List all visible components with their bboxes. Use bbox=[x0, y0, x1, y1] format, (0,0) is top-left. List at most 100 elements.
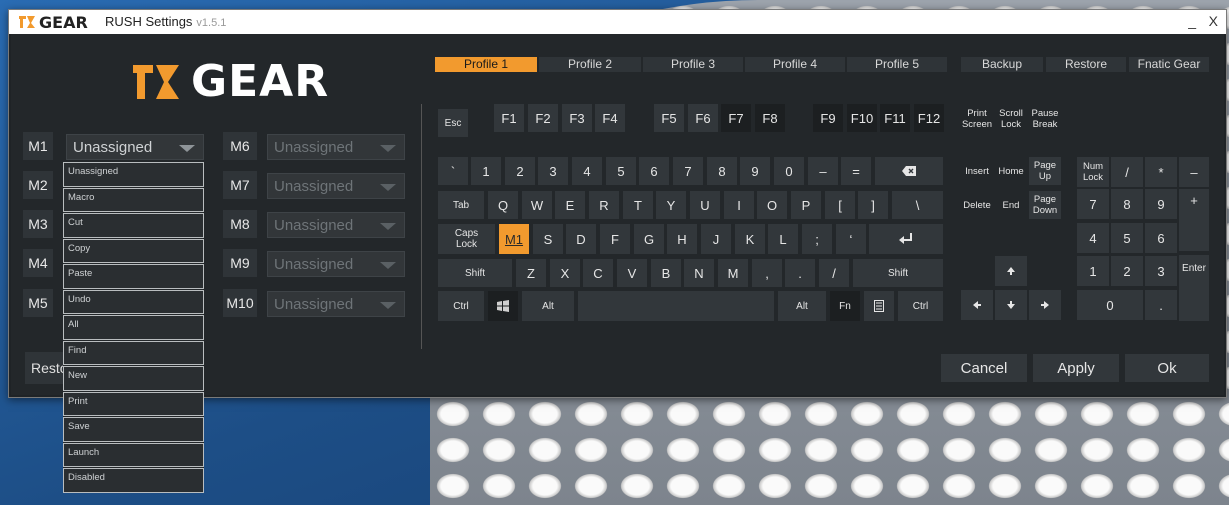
key-page-down[interactable]: Page Down bbox=[1029, 191, 1061, 219]
key-backslash[interactable]: \ bbox=[892, 191, 943, 219]
dropdown-option-macro[interactable]: Macro bbox=[63, 187, 204, 212]
key-f2[interactable]: F2 bbox=[528, 104, 558, 132]
tab-profile-1[interactable]: Profile 1 bbox=[435, 57, 537, 72]
key-minus[interactable]: – bbox=[808, 157, 838, 185]
key-comma[interactable]: , bbox=[752, 259, 782, 287]
key-semicolon[interactable]: ; bbox=[802, 224, 832, 254]
macro-key-m10[interactable]: M10 bbox=[223, 289, 257, 317]
macro-key-m6[interactable]: M6 bbox=[223, 132, 257, 160]
key-c[interactable]: C bbox=[583, 259, 613, 287]
key-1[interactable]: 1 bbox=[471, 157, 501, 185]
key-6[interactable]: 6 bbox=[639, 157, 669, 185]
key-x[interactable]: X bbox=[550, 259, 580, 287]
key-enter[interactable] bbox=[869, 224, 943, 254]
key-v[interactable]: V bbox=[617, 259, 647, 287]
dropdown-option-save[interactable]: Save bbox=[63, 417, 204, 442]
key-num-dot[interactable]: . bbox=[1145, 290, 1177, 320]
macro-select-m1[interactable]: Unassigned bbox=[66, 134, 204, 160]
key-o[interactable]: O bbox=[757, 191, 787, 219]
key-4[interactable]: 4 bbox=[572, 157, 602, 185]
cancel-button[interactable]: Cancel bbox=[941, 354, 1027, 382]
key-right-ctrl[interactable]: Ctrl bbox=[898, 291, 943, 321]
key-backtick[interactable]: ` bbox=[438, 157, 468, 185]
key-quote[interactable]: ‘ bbox=[836, 224, 866, 254]
key-num-4[interactable]: 4 bbox=[1077, 223, 1109, 253]
key-e[interactable]: E bbox=[555, 191, 585, 219]
macro-key-m9[interactable]: M9 bbox=[223, 249, 257, 277]
key-f7[interactable]: F7 bbox=[721, 104, 751, 132]
restore-button[interactable]: Restore bbox=[1046, 57, 1126, 72]
key-num-0[interactable]: 0 bbox=[1077, 290, 1143, 320]
tab-profile-3[interactable]: Profile 3 bbox=[643, 57, 743, 72]
key-w[interactable]: W bbox=[522, 191, 552, 219]
key-backspace[interactable] bbox=[875, 157, 943, 185]
key-num-9[interactable]: 9 bbox=[1145, 189, 1177, 219]
key-num-2[interactable]: 2 bbox=[1111, 256, 1143, 286]
macro-key-m4[interactable]: M4 bbox=[23, 249, 53, 277]
key-i[interactable]: I bbox=[724, 191, 754, 219]
key-fn[interactable]: Fn bbox=[830, 291, 860, 321]
minimize-button[interactable]: _ bbox=[1188, 13, 1196, 29]
key-delete[interactable]: Delete bbox=[961, 191, 993, 219]
key-arrow-right[interactable] bbox=[1029, 290, 1061, 320]
dropdown-option-paste[interactable]: Paste bbox=[63, 264, 204, 289]
tab-profile-4[interactable]: Profile 4 bbox=[745, 57, 845, 72]
key-z[interactable]: Z bbox=[516, 259, 546, 287]
macro-select-m10[interactable]: Unassigned bbox=[267, 291, 405, 317]
macro-key-m2[interactable]: M2 bbox=[23, 171, 53, 199]
key-equals[interactable]: = bbox=[841, 157, 871, 185]
key-insert[interactable]: Insert bbox=[961, 157, 993, 185]
ok-button[interactable]: Ok bbox=[1125, 354, 1209, 382]
dropdown-option-cut[interactable]: Cut bbox=[63, 213, 204, 238]
key-right-alt[interactable]: Alt bbox=[778, 291, 826, 321]
dropdown-option-print[interactable]: Print bbox=[63, 391, 204, 416]
key-num-enter[interactable]: Enter bbox=[1179, 255, 1209, 321]
key-f6[interactable]: F6 bbox=[688, 104, 718, 132]
key-num-1[interactable]: 1 bbox=[1077, 256, 1109, 286]
key-num-8[interactable]: 8 bbox=[1111, 189, 1143, 219]
key-num-7[interactable]: 7 bbox=[1077, 189, 1109, 219]
key-9[interactable]: 9 bbox=[740, 157, 770, 185]
key-page-up[interactable]: Page Up bbox=[1029, 157, 1061, 185]
key-left-alt[interactable]: Alt bbox=[522, 291, 574, 321]
key-num-divide[interactable]: / bbox=[1111, 157, 1143, 187]
key-g[interactable]: G bbox=[634, 224, 664, 254]
backup-button[interactable]: Backup bbox=[961, 57, 1043, 72]
key-l[interactable]: L bbox=[768, 224, 798, 254]
dropdown-option-launch[interactable]: Launch bbox=[63, 442, 204, 467]
key-tab[interactable]: Tab bbox=[438, 191, 484, 219]
key-b[interactable]: B bbox=[651, 259, 681, 287]
key-left-shift[interactable]: Shift bbox=[438, 259, 512, 287]
key-arrow-down[interactable] bbox=[995, 290, 1027, 320]
key-left-bracket[interactable]: [ bbox=[825, 191, 855, 219]
key-space[interactable] bbox=[578, 291, 774, 321]
key-a-assigned-m1[interactable]: M1 bbox=[499, 224, 529, 254]
key-end[interactable]: End bbox=[995, 191, 1027, 219]
key-f3[interactable]: F3 bbox=[562, 104, 592, 132]
key-s[interactable]: S bbox=[533, 224, 563, 254]
macro-key-m7[interactable]: M7 bbox=[223, 171, 257, 199]
key-f1[interactable]: F1 bbox=[494, 104, 524, 132]
key-f12[interactable]: F12 bbox=[914, 104, 944, 132]
key-5[interactable]: 5 bbox=[606, 157, 636, 185]
key-2[interactable]: 2 bbox=[505, 157, 535, 185]
key-y[interactable]: Y bbox=[656, 191, 686, 219]
key-num-minus[interactable]: – bbox=[1179, 157, 1209, 187]
key-right-shift[interactable]: Shift bbox=[853, 259, 943, 287]
key-menu[interactable] bbox=[864, 291, 894, 321]
dropdown-option-disabled[interactable]: Disabled bbox=[63, 468, 204, 493]
key-f4[interactable]: F4 bbox=[595, 104, 625, 132]
dropdown-option-find[interactable]: Find bbox=[63, 340, 204, 365]
key-t[interactable]: T bbox=[623, 191, 653, 219]
key-windows[interactable] bbox=[488, 291, 518, 321]
key-k[interactable]: K bbox=[735, 224, 765, 254]
macro-key-m1[interactable]: M1 bbox=[23, 132, 53, 160]
key-f5[interactable]: F5 bbox=[654, 104, 684, 132]
key-n[interactable]: N bbox=[684, 259, 714, 287]
key-d[interactable]: D bbox=[566, 224, 596, 254]
key-h[interactable]: H bbox=[667, 224, 697, 254]
dropdown-option-unassigned[interactable]: Unassigned bbox=[63, 162, 204, 187]
dropdown-option-all[interactable]: All bbox=[63, 315, 204, 340]
dropdown-option-undo[interactable]: Undo bbox=[63, 289, 204, 314]
key-7[interactable]: 7 bbox=[673, 157, 703, 185]
